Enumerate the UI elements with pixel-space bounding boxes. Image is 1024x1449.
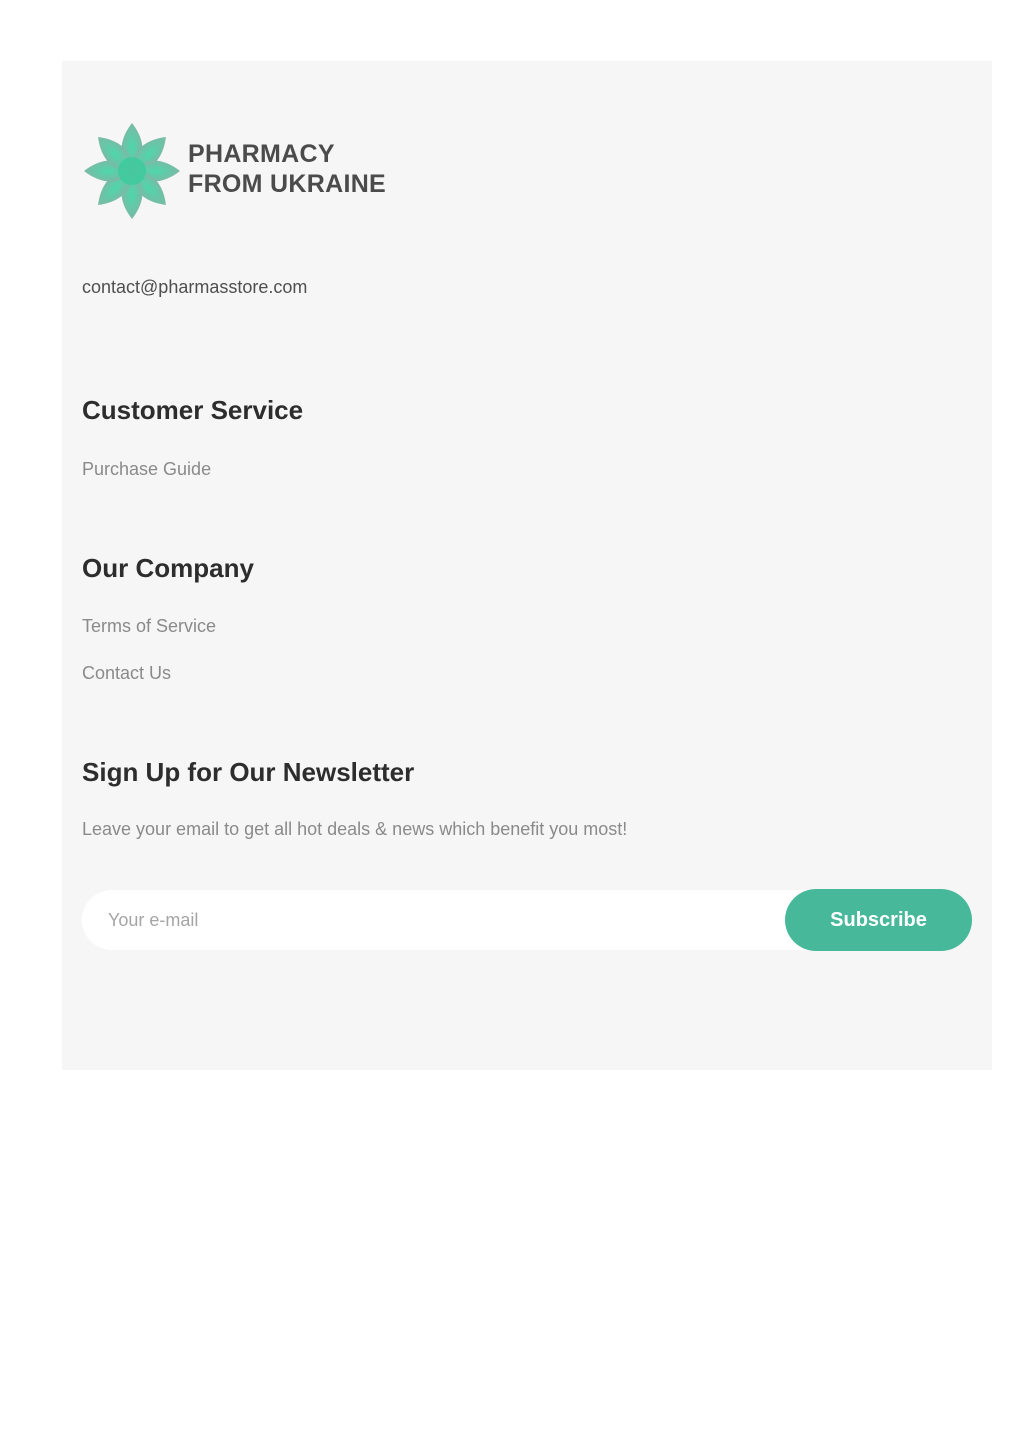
brand-name-line2: FROM UKRAINE [188, 170, 387, 198]
newsletter-description: Leave your email to get all hot deals & … [82, 819, 628, 839]
footer-panel: PHARMACY FROM UKRAINE contact@pharmassto… [62, 61, 992, 1070]
newsletter-heading: Sign Up for Our Newsletter [82, 757, 415, 787]
brand-name-line1: PHARMACY [188, 140, 335, 168]
subscribe-button[interactable]: Subscribe [785, 889, 972, 951]
terms-of-service-link[interactable]: Terms of Service [82, 616, 216, 637]
green-flower-icon [84, 123, 180, 219]
brand-name: PHARMACY FROM UKRAINE [188, 139, 386, 199]
brand-logo[interactable]: PHARMACY FROM UKRAINE [82, 121, 386, 221]
purchase-guide-link[interactable]: Purchase Guide [82, 459, 211, 480]
newsletter-email-input[interactable] [82, 890, 842, 950]
contact-us-link[interactable]: Contact Us [82, 663, 171, 684]
customer-service-heading: Customer Service [82, 395, 304, 425]
contact-email-link[interactable]: contact@pharmasstore.com [82, 277, 307, 298]
newsletter-form: Subscribe [82, 889, 972, 951]
our-company-heading: Our Company [82, 553, 254, 583]
